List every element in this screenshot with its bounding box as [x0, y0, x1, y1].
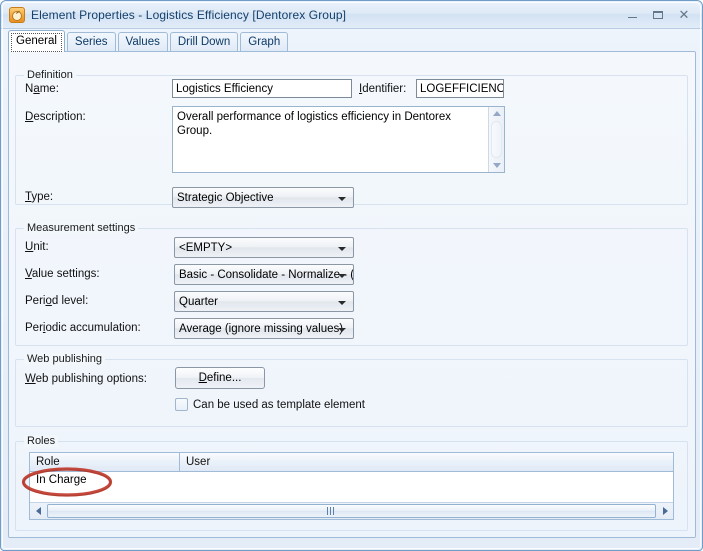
- scrollbar-grip-icon: [327, 507, 335, 515]
- web-publishing-options-label: Web publishing options:: [25, 373, 147, 385]
- period-level-dropdown-value: Quarter: [179, 296, 218, 308]
- scroll-down-icon[interactable]: [493, 163, 501, 168]
- unit-label: Unit:: [25, 241, 49, 253]
- maximize-icon[interactable]: [646, 5, 670, 24]
- tab-graph[interactable]: Graph: [240, 32, 288, 52]
- web-publishing-group-legend: Web publishing: [24, 353, 105, 365]
- chevron-down-icon: [338, 328, 346, 332]
- tab-general-label: General: [16, 35, 57, 47]
- title-bar[interactable]: Element Properties - Logistics Efficienc…: [1, 1, 702, 29]
- tab-general[interactable]: General: [8, 30, 65, 52]
- description-label: Description:: [25, 111, 86, 123]
- unit-dropdown-value: <EMPTY>: [179, 242, 232, 254]
- tab-series-label: Series: [75, 36, 108, 48]
- window-controls: ✕: [620, 5, 696, 24]
- type-dropdown[interactable]: Strategic Objective: [172, 187, 354, 208]
- roles-table-header: Role User: [30, 453, 673, 472]
- unit-dropdown[interactable]: <EMPTY>: [174, 237, 354, 258]
- identifier-label: Identifier:: [359, 83, 406, 95]
- chevron-down-icon: [338, 247, 346, 251]
- chevron-down-icon: [338, 301, 346, 305]
- scroll-up-icon[interactable]: [493, 111, 501, 116]
- tab-drill-down-label: Drill Down: [178, 36, 230, 48]
- roles-group-legend: Roles: [24, 435, 58, 447]
- type-dropdown-value: Strategic Objective: [177, 192, 274, 204]
- description-value: Overall performance of logistics efficie…: [177, 110, 486, 138]
- web-publishing-group: Web publishing: [15, 359, 688, 427]
- roles-horizontal-scrollbar[interactable]: [30, 502, 673, 519]
- tab-graph-label: Graph: [248, 36, 280, 48]
- define-button[interactable]: Define...: [175, 367, 265, 389]
- table-row[interactable]: In Charge: [30, 472, 673, 488]
- identifier-input[interactable]: LOGEFFICIENCY: [416, 79, 504, 98]
- description-textarea[interactable]: Overall performance of logistics efficie…: [172, 106, 505, 173]
- periodic-accumulation-dropdown-value: Average (ignore missing values): [179, 323, 343, 335]
- chevron-down-icon: [338, 197, 346, 201]
- template-element-checkbox-label: Can be used as template element: [193, 399, 365, 411]
- element-properties-window: Element Properties - Logistics Efficienc…: [0, 0, 703, 551]
- close-icon[interactable]: ✕: [672, 5, 696, 24]
- window-title: Element Properties - Logistics Efficienc…: [31, 8, 346, 22]
- scroll-right-icon[interactable]: [657, 504, 673, 519]
- roles-table[interactable]: Role User In Charge: [29, 452, 674, 520]
- tab-drill-down[interactable]: Drill Down: [170, 32, 238, 52]
- cell-role: In Charge: [30, 473, 180, 488]
- scroll-left-icon[interactable]: [30, 504, 46, 519]
- type-label: Type:: [25, 191, 53, 203]
- description-scroll-track[interactable]: [491, 121, 502, 158]
- template-element-checkbox[interactable]: [175, 398, 188, 411]
- name-label: Name:: [25, 83, 59, 95]
- gauge-icon: [9, 7, 25, 23]
- scrollbar-thumb[interactable]: [47, 504, 656, 518]
- value-settings-dropdown[interactable]: Basic - Consolidate - Normalize - (: [174, 264, 354, 285]
- define-button-label: Define...: [199, 372, 242, 384]
- name-input[interactable]: Logistics Efficiency: [172, 79, 352, 98]
- value-settings-label: Value settings:: [25, 268, 100, 280]
- minimize-icon[interactable]: [620, 5, 644, 24]
- measurement-group-legend: Measurement settings: [24, 222, 138, 234]
- periodic-accumulation-dropdown[interactable]: Average (ignore missing values): [174, 318, 354, 339]
- definition-group-legend: Definition: [24, 69, 76, 81]
- tab-values[interactable]: Values: [118, 32, 168, 52]
- tab-values-label: Values: [126, 36, 160, 48]
- chevron-down-icon: [338, 274, 346, 278]
- tab-bar: General Series Values Drill Down Graph: [1, 29, 702, 52]
- value-settings-dropdown-value: Basic - Consolidate - Normalize - (: [179, 269, 354, 281]
- column-header-role[interactable]: Role: [30, 453, 180, 471]
- period-level-label: Period level:: [25, 295, 88, 307]
- periodic-accumulation-label: Periodic accumulation:: [25, 322, 141, 334]
- period-level-dropdown[interactable]: Quarter: [174, 291, 354, 312]
- template-element-checkbox-row[interactable]: Can be used as template element: [175, 398, 365, 411]
- column-header-user[interactable]: User: [180, 453, 673, 471]
- roles-table-body: In Charge: [30, 472, 673, 503]
- description-scrollbar[interactable]: [488, 107, 504, 172]
- tab-series[interactable]: Series: [67, 32, 116, 52]
